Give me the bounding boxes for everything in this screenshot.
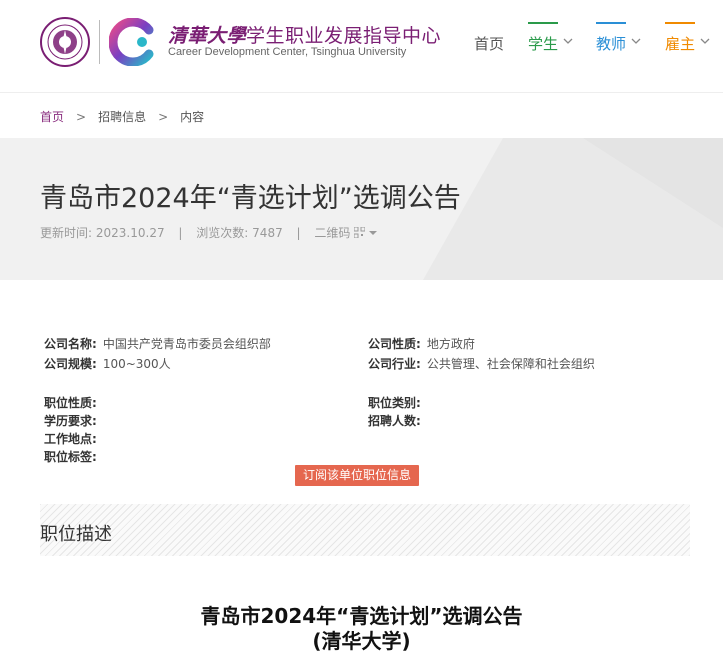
tags-label: 职位标签: xyxy=(44,450,97,464)
location-label: 工作地点: xyxy=(44,432,97,446)
breadcrumb-home[interactable]: 首页 xyxy=(40,110,64,124)
breadcrumb-current: 内容 xyxy=(180,110,205,124)
content-title-line1: 青岛市2024年“青选计划”选调公告 xyxy=(200,604,523,628)
company-size-value: 100~300人 xyxy=(102,357,171,371)
headcount-row: 招聘人数: xyxy=(368,412,421,429)
breadcrumb-recruitment[interactable]: 招聘信息 xyxy=(98,110,146,124)
chevron-down-icon xyxy=(631,38,641,44)
article-meta: 更新时间: 2023.10.27 | 浏览次数: 7487 | 二维码 xyxy=(40,224,378,241)
breadcrumb-separator: > xyxy=(76,110,87,124)
education-row: 学历要求: xyxy=(44,412,97,429)
qr-code-label: 二维码 xyxy=(314,226,351,240)
nav-employer-label: 雇主 xyxy=(665,35,696,53)
company-industry-value: 公共管理、社会保障和社会组织 xyxy=(426,357,595,371)
company-nature-row: 公司性质: 地方政府 xyxy=(368,335,475,352)
position-nature-row: 职位性质: xyxy=(44,394,97,411)
company-industry-row: 公司行业: 公共管理、社会保障和社会组织 xyxy=(368,355,595,372)
position-nature-label: 职位性质: xyxy=(44,396,97,410)
breadcrumb: 首页 > 招聘信息 > 内容 xyxy=(40,108,204,125)
section-title: 职位描述 xyxy=(40,524,112,545)
position-category-label: 职位类别: xyxy=(368,396,421,410)
page-title: 青岛市2024年“青选计划”选调公告 xyxy=(40,183,461,214)
company-name-label: 公司名称: xyxy=(44,337,97,351)
updated-label: 更新时间: xyxy=(40,226,93,240)
company-size-label: 公司规模: xyxy=(44,357,97,371)
chevron-down-icon xyxy=(700,38,710,44)
subscribe-button[interactable]: 订阅该单位职位信息 xyxy=(295,465,419,486)
chevron-down-icon xyxy=(563,38,573,44)
nav-employer-underline xyxy=(665,22,695,24)
company-name-row: 公司名称: 中国共产党青岛市委员会组织部 xyxy=(44,335,271,352)
meta-separator: | xyxy=(178,226,183,240)
article-header: 青岛市2024年“青选计划”选调公告 更新时间: 2023.10.27 | 浏览… xyxy=(0,138,723,280)
nav-teacher-label: 教师 xyxy=(596,35,627,53)
brand-calligraphy: 清華大學 xyxy=(168,25,247,47)
meta-separator: | xyxy=(296,226,301,240)
logo-divider xyxy=(99,20,100,64)
company-industry-label: 公司行业: xyxy=(368,357,421,371)
qr-code-toggle[interactable]: 二维码 xyxy=(314,226,378,240)
nav-student-underline xyxy=(528,22,558,24)
content-title-line2: (清华大学) xyxy=(312,629,411,653)
views-label: 浏览次数: xyxy=(196,226,249,240)
nav-student-label: 学生 xyxy=(528,35,559,53)
caret-down-icon xyxy=(369,231,378,235)
brand-name-en: Career Development Center, Tsinghua Univ… xyxy=(168,46,407,58)
career-center-logo-mark[interactable] xyxy=(109,18,157,66)
updated-date: 2023.10.27 xyxy=(95,226,165,240)
qr-code-icon xyxy=(353,226,366,239)
content-title: 青岛市2024年“青选计划”选调公告 (清华大学) xyxy=(0,604,723,654)
tsinghua-seal-logo[interactable] xyxy=(40,17,90,67)
company-name-value: 中国共产党青岛市委员会组织部 xyxy=(102,337,271,351)
education-label: 学历要求: xyxy=(44,414,97,428)
company-nature-label: 公司性质: xyxy=(368,337,421,351)
brand-name-cn: 清華大學学生职业发展指导中心 xyxy=(168,21,441,48)
nav-home-label: 首页 xyxy=(474,35,505,53)
company-nature-value: 地方政府 xyxy=(426,337,475,351)
views-count: 7487 xyxy=(252,226,283,240)
company-size-row: 公司规模: 100~300人 xyxy=(44,355,171,372)
location-row: 工作地点: xyxy=(44,430,97,447)
breadcrumb-separator: > xyxy=(158,110,169,124)
position-category-row: 职位类别: xyxy=(368,394,421,411)
site-header: 清華大學学生职业发展指导中心 Career Development Center… xyxy=(0,0,723,93)
nav-teacher-underline xyxy=(596,22,626,24)
section-header: 职位描述 xyxy=(40,504,690,556)
headcount-label: 招聘人数: xyxy=(368,414,421,428)
tags-row: 职位标签: xyxy=(44,448,97,465)
brand-name-rest: 学生职业发展指导中心 xyxy=(246,25,442,47)
